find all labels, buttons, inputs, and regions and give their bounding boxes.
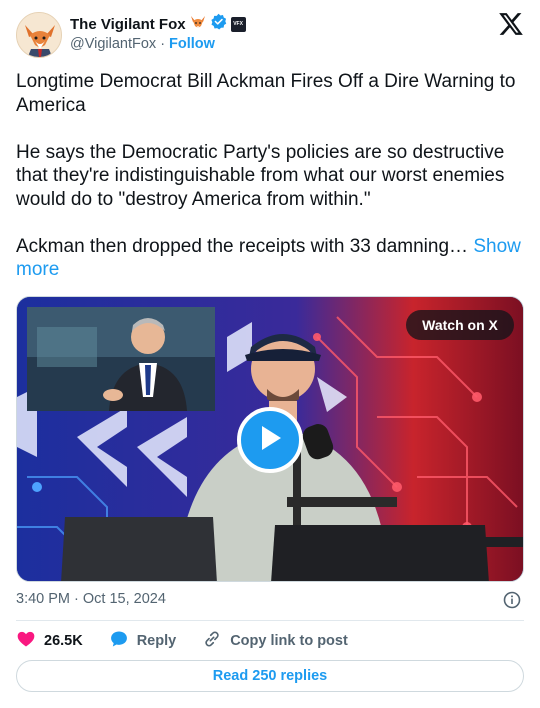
play-icon bbox=[257, 424, 283, 457]
x-logo-icon[interactable] bbox=[498, 12, 524, 36]
author-name-row: The Vigilant Fox VFX bbox=[70, 13, 246, 35]
copy-link-label: Copy link to post bbox=[230, 633, 348, 649]
author-handle[interactable]: @VigilantFox bbox=[70, 36, 156, 52]
tweet-text: Longtime Democrat Bill Ackman Fires Off … bbox=[16, 70, 526, 282]
like-button[interactable]: 26.5K bbox=[16, 629, 83, 653]
post-timestamp[interactable]: 3:40 PM · Oct 15, 2024 bbox=[16, 591, 166, 607]
post-actions: 26.5K Reply Copy link to post bbox=[16, 630, 374, 652]
fox-emoji-icon bbox=[190, 14, 206, 35]
reply-label: Reply bbox=[136, 633, 177, 649]
play-button[interactable] bbox=[237, 407, 303, 473]
watch-on-x-button[interactable]: Watch on X bbox=[406, 310, 514, 340]
handle-separator: · bbox=[160, 36, 166, 52]
link-icon bbox=[202, 629, 222, 653]
tweet-paragraph: He says the Democratic Party's policies … bbox=[16, 141, 505, 210]
tweet-embed-card: The Vigilant Fox VFX @VigilantFox · Foll… bbox=[0, 0, 540, 708]
author-avatar[interactable] bbox=[16, 12, 62, 58]
tweet-paragraph: Ackman then dropped the receipts with 33… bbox=[16, 235, 526, 282]
read-replies-button[interactable]: Read 250 replies bbox=[16, 660, 524, 692]
reply-button[interactable]: Reply bbox=[109, 629, 177, 653]
divider bbox=[16, 620, 524, 621]
tweet-paragraph-text: Ackman then dropped the receipts with 33… bbox=[16, 235, 469, 257]
heart-icon bbox=[16, 629, 36, 653]
verified-badge-icon bbox=[210, 13, 227, 35]
tweet-paragraph: Longtime Democrat Bill Ackman Fires Off … bbox=[16, 71, 516, 116]
author-handle-row: @VigilantFox · Follow bbox=[70, 36, 215, 52]
info-icon[interactable] bbox=[503, 591, 521, 609]
like-count: 26.5K bbox=[44, 633, 83, 649]
affiliate-badge-icon: VFX bbox=[230, 16, 246, 32]
reply-bubble-icon bbox=[109, 629, 129, 653]
author-display-name[interactable]: The Vigilant Fox bbox=[70, 16, 186, 33]
copy-link-button[interactable]: Copy link to post bbox=[202, 629, 348, 653]
follow-link[interactable]: Follow bbox=[169, 36, 215, 52]
